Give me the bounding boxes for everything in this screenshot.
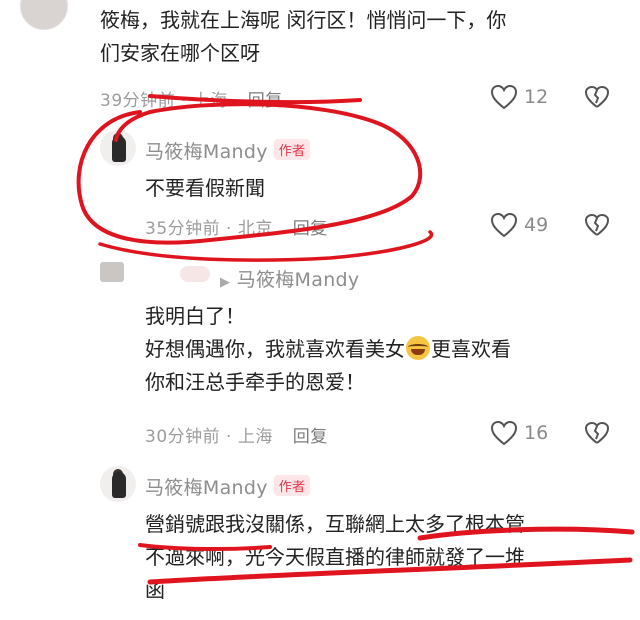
reply-to-name[interactable]: 马筱梅Mandy (237, 269, 360, 291)
comment-meta: 39分钟前 · 上海 回复 (100, 91, 283, 111)
heart-outline-icon[interactable] (490, 212, 518, 238)
reply-arrow-icon: ▶ (220, 275, 231, 290)
author-name[interactable]: 马筱梅Mandy (145, 477, 268, 499)
comment-location: 上海 (237, 427, 273, 447)
reply-button[interactable]: 回复 (248, 91, 283, 111)
author-badge: 作者 (273, 139, 311, 160)
heart-outline-icon[interactable] (490, 420, 518, 446)
broken-heart-icon[interactable] (584, 85, 610, 109)
comment-text: 我明白了！ 好想偶遇你，我就喜欢看美女 更喜欢看 你和汪总手牵手的恩爱！ (145, 304, 511, 394)
comment-time: 30分钟前 (145, 427, 221, 447)
comment-text: 筱梅，我就在上海呢 闵行区！悄悄问一下，你 们安家在哪个区呀 (100, 8, 507, 65)
author-name[interactable]: 马筱梅Mandy (145, 141, 268, 163)
author-badge: 作者 (273, 475, 311, 496)
comment-text: 營銷號跟我沒關係，互聯網上太多了根本管 不過來啊，光今天假直播的律師就發了一堆 … (145, 512, 525, 602)
author-avatar[interactable] (100, 130, 136, 166)
comment-location: 北京 (237, 219, 273, 239)
comment-meta: 35分钟前 · 北京 回复 (145, 219, 328, 239)
like-count: 16 (524, 422, 549, 444)
avatar[interactable] (100, 262, 124, 282)
avatar[interactable] (20, 0, 68, 30)
user-name-blurred[interactable] (180, 266, 210, 282)
reply-button[interactable]: 回复 (293, 427, 328, 447)
author-avatar[interactable] (100, 466, 136, 502)
broken-heart-icon[interactable] (584, 421, 610, 445)
reply-button[interactable]: 回复 (293, 219, 328, 239)
comment-meta: 30分钟前 · 上海 回复 (145, 427, 328, 447)
comment-text: 不要看假新聞 (145, 176, 265, 200)
broken-heart-icon[interactable] (584, 213, 610, 237)
comment-location: 上海 (192, 91, 228, 111)
heart-outline-icon[interactable] (490, 84, 518, 110)
laughing-emoji-icon (406, 336, 430, 360)
comment-time: 35分钟前 (145, 219, 221, 239)
comment-time: 39分钟前 (100, 91, 176, 111)
like-count: 12 (524, 86, 549, 108)
like-count: 49 (524, 214, 549, 236)
author-name-row: 马筱梅Mandy 作者 (145, 137, 311, 164)
reply-to-row: ▶ 马筱梅Mandy (220, 265, 359, 292)
author-name-row: 马筱梅Mandy 作者 (145, 473, 311, 500)
